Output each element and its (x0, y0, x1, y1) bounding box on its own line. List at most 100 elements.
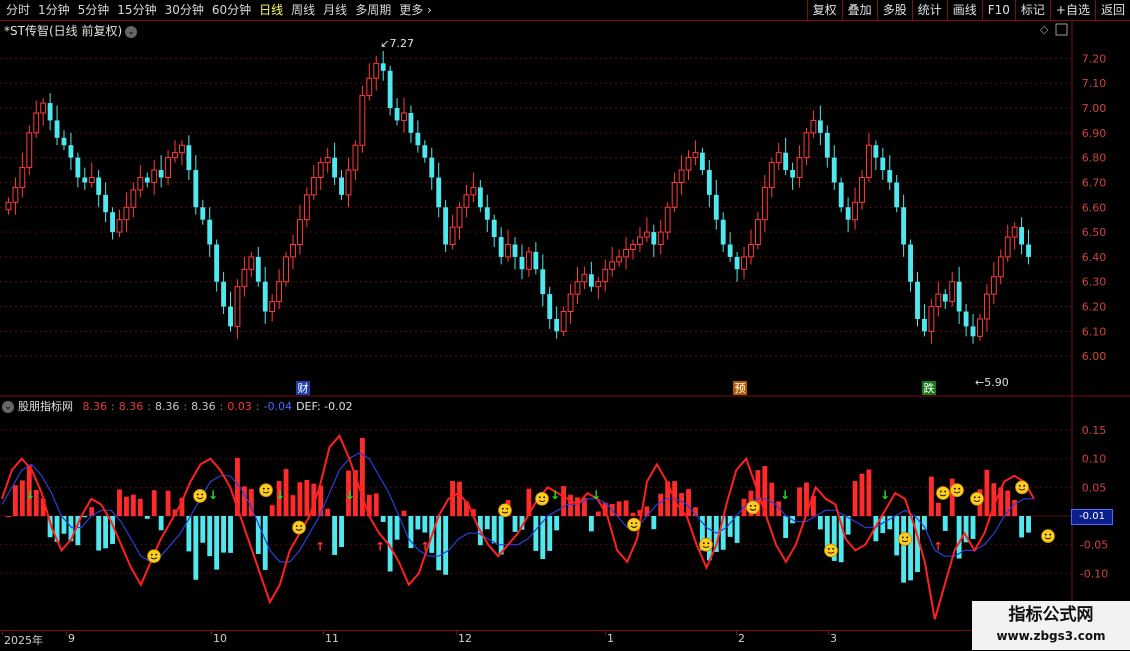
toolbar-button[interactable]: 复权 (806, 0, 842, 20)
period-tab[interactable]: 日线 (255, 0, 287, 20)
period-tab[interactable]: 周线 (287, 0, 319, 20)
candle-body-up (5, 201, 12, 211)
indicator-value: 0.03 (227, 400, 252, 413)
sell-arrow-icon: ↓ (780, 488, 790, 502)
period-tab[interactable]: 5分钟 (74, 0, 114, 20)
indicator-value: 8.36 (118, 400, 144, 413)
time-axis-tick (605, 631, 606, 635)
toolbar-button[interactable]: 标记 (1014, 0, 1050, 20)
candle-body-down (817, 120, 823, 133)
stock-title[interactable]: *ST传智(日线 前复权) ⌄ (4, 22, 138, 39)
smiley-eye (958, 487, 961, 490)
histogram-bar-down (588, 516, 594, 532)
histogram-bar-up (12, 485, 18, 516)
histogram-bar-up (165, 490, 171, 516)
candle-body-up (116, 219, 123, 233)
histogram-bar-up (686, 489, 691, 516)
histogram-bar-down (651, 516, 657, 530)
histogram-bar-up (457, 481, 462, 516)
candle-body-down (894, 182, 900, 208)
period-tab[interactable]: 30分钟 (161, 0, 208, 20)
diamond-icon[interactable]: ◇ (1040, 23, 1049, 36)
period-tab[interactable]: 1分钟 (34, 0, 74, 20)
histogram-bar-up (935, 502, 941, 516)
candle-body-up (123, 206, 130, 221)
candle-body-down (214, 244, 220, 282)
smiley-eye (300, 525, 303, 527)
smiley-icon (824, 543, 838, 558)
candle-body-up (373, 62, 380, 79)
price-tick-label: 7.20 (1082, 52, 1107, 65)
main-chart-bg (0, 21, 1130, 397)
price-tick-label: 7.00 (1082, 102, 1107, 115)
candle-body-up (463, 194, 470, 208)
candle-body-down (380, 63, 386, 71)
smiley-eye (506, 507, 509, 510)
smiley-icon (936, 486, 950, 500)
candle-body-down (110, 212, 115, 233)
histogram-bar-up (575, 497, 580, 516)
candle-body-down (193, 170, 199, 208)
histogram-bar-down (207, 516, 213, 557)
time-axis-tick (736, 631, 737, 635)
chevron-down-icon[interactable]: ⌄ (125, 25, 138, 38)
smiley-icon (193, 489, 207, 503)
candle-body-up (165, 157, 171, 178)
histogram-bar-up (623, 500, 629, 516)
candle-body-down (158, 170, 164, 178)
sell-arrow-icon: ↓ (345, 488, 355, 502)
candle-body-up (637, 236, 643, 246)
period-tab[interactable]: 多周期 (351, 0, 395, 20)
candle-body-down (491, 219, 497, 238)
histogram-bar-up (325, 508, 331, 516)
histogram-bar-up (776, 501, 782, 516)
smiley-eye (707, 542, 710, 545)
chevron-down-icon[interactable]: ⌄ (2, 401, 14, 413)
candle-body-down (915, 281, 920, 319)
candle-body-up (741, 256, 747, 270)
price-tick-label: 6.50 (1082, 226, 1107, 239)
price-tick-label: 7.10 (1082, 77, 1107, 90)
toolbar-button[interactable]: F10 (981, 0, 1015, 20)
candle-body-up (352, 144, 359, 171)
histogram-bar-down (727, 516, 733, 537)
histogram-bar-down (158, 516, 164, 531)
candle-body-down (443, 207, 449, 245)
period-tab[interactable]: 月线 (319, 0, 351, 20)
candle-body-down (68, 145, 74, 158)
toolbar-button[interactable]: 叠加 (841, 0, 877, 20)
action-buttons: 复权 叠加 多股 统计 画线 F10 标记 +自选 返回 (806, 0, 1130, 20)
histogram-bar-down (512, 516, 518, 532)
time-axis-label: 10 (213, 632, 227, 645)
histogram-bar-up (928, 476, 934, 516)
histogram-bar-up (568, 494, 573, 516)
toolbar-button[interactable]: 返回 (1094, 0, 1130, 20)
candle-body-down (75, 157, 81, 178)
period-tab[interactable]: 更多 › (395, 0, 436, 20)
candle-body-down (82, 177, 88, 183)
toolbar-button[interactable]: +自选 (1049, 0, 1095, 20)
period-tab[interactable]: 60分钟 (208, 0, 255, 20)
histogram-bar-up (859, 473, 865, 516)
candle-body-up (1011, 226, 1018, 238)
smiley-eye (832, 548, 835, 550)
candle-body-down (1019, 227, 1025, 245)
candlestick-chart[interactable]: 7.20 7.10 7.00 6.90 6.80 6.70 6.60 6.50 6.40 6.30… (0, 21, 1130, 397)
period-tab[interactable]: 15分钟 (113, 0, 160, 20)
smiley-icon (1041, 529, 1055, 543)
period-tab[interactable]: 分时 (2, 0, 34, 20)
candle-body-up (810, 119, 817, 134)
toolbar-button[interactable]: 统计 (911, 0, 947, 20)
toolbar-button[interactable]: 画线 (946, 0, 982, 20)
toolbar-button[interactable]: 多股 (876, 0, 912, 20)
price-tick-label: 6.30 (1082, 276, 1107, 289)
candle-body-down (228, 306, 233, 327)
smiley-eye (262, 487, 265, 490)
sell-arrow-icon: ↓ (550, 488, 560, 502)
indicator-chart[interactable]: 0.15 0.10 0.05 -0.05 -0.10 ↓ ↓ ↓ ↑ ↓ ↑ ↑ ↓ ↓ ↓ ↓ ↑ (0, 397, 1130, 630)
candle-body-down (734, 256, 740, 270)
candle-body-up (997, 256, 1004, 278)
indicator-name[interactable]: 股朋指标网 (18, 400, 73, 413)
smiley-icon (970, 491, 984, 506)
event-marker-label: 预 (735, 382, 746, 395)
